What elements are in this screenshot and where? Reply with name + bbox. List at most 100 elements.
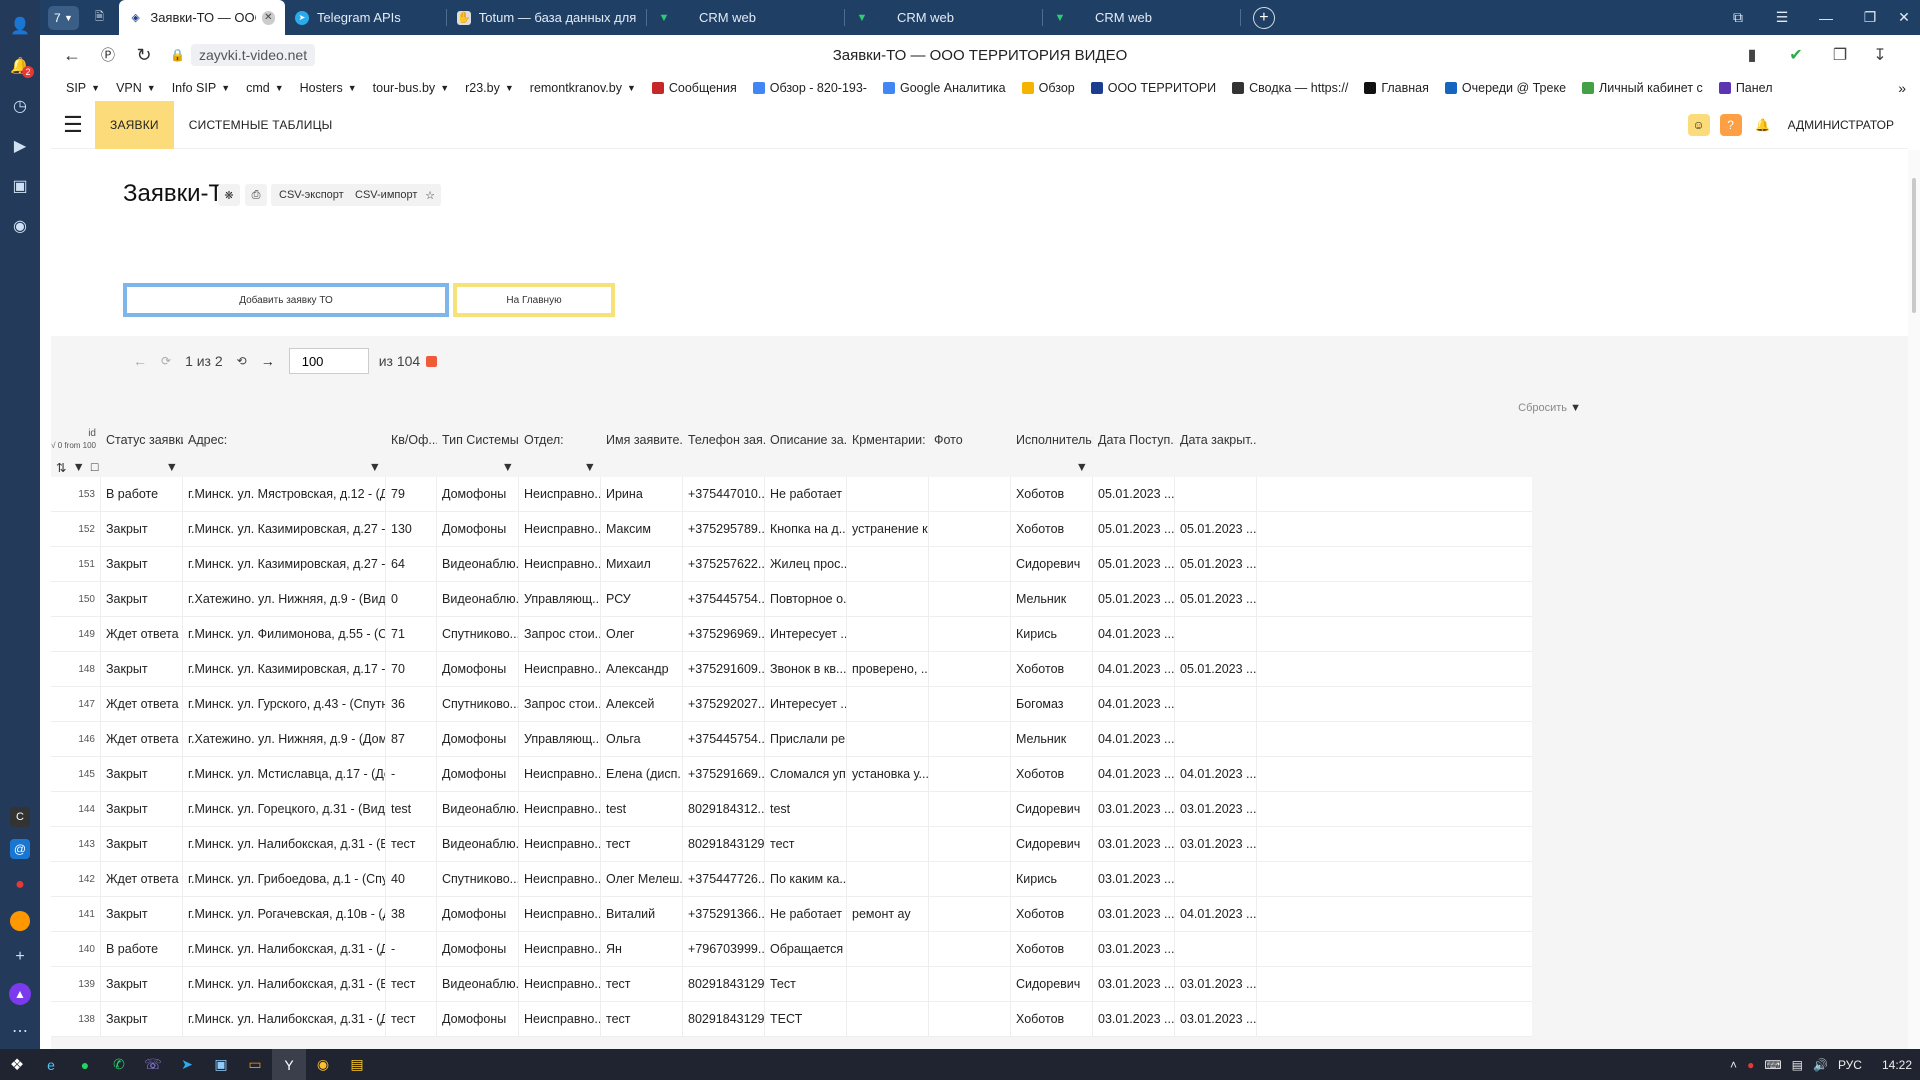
table-row[interactable]: 144 Закрыт г.Минск. ул. Горецкого, д.31 - …: [51, 792, 1532, 827]
table-row[interactable]: 151 Закрыт г.Минск. ул. Казимировская, д.2…: [51, 547, 1532, 582]
tab-counter-button[interactable]: 7 ▼: [48, 5, 79, 30]
first-page-icon[interactable]: ⟳: [161, 354, 171, 368]
column-header[interactable]: Фото: [929, 433, 1011, 447]
column-header[interactable]: Описание за...: [765, 433, 847, 447]
column-header[interactable]: Имя заявите...: [601, 433, 683, 447]
bookmark-item[interactable]: remontkranov.by ▼: [530, 81, 636, 95]
bookmark-item[interactable]: Обзор - 820-193-: [752, 81, 867, 95]
table-row[interactable]: 142 Ждет ответа г.Минск. ул. Грибоедова, д…: [51, 862, 1532, 897]
page-size-input[interactable]: [288, 348, 369, 374]
bookmark-item[interactable]: VPN ▼: [116, 81, 156, 95]
tab-telegram[interactable]: ➤ Telegram APIs: [285, 0, 447, 35]
help-icon[interactable]: ?: [1719, 114, 1742, 136]
bookmark-icon[interactable]: ▮: [1732, 35, 1772, 75]
bookmark-item[interactable]: Панел: [1718, 81, 1772, 95]
edge-icon[interactable]: e: [34, 1049, 68, 1080]
prev-page-icon[interactable]: ←: [133, 353, 147, 369]
bookmark-item[interactable]: Главная: [1364, 81, 1429, 95]
media-play-icon[interactable]: ▶: [6, 132, 34, 160]
tabs-collection-icon[interactable]: ⧉: [1716, 0, 1760, 35]
csv-import-button[interactable]: CSV-импорт: [347, 184, 426, 206]
column-header[interactable]: Телефон зая...: [683, 433, 765, 447]
page-scrollbar[interactable]: [1908, 150, 1920, 1049]
sort-icon[interactable]: ⇅: [56, 460, 66, 475]
windows-start-icon[interactable]: ❖: [0, 1049, 34, 1080]
table-row[interactable]: 143 Закрыт г.Минск. ул. Налибокская, д.31 …: [51, 827, 1532, 862]
viber-icon[interactable]: ☏: [136, 1049, 170, 1080]
bookmark-item[interactable]: Сообщения: [651, 81, 737, 95]
star-icon[interactable]: ☆: [419, 184, 441, 206]
app-orange-icon[interactable]: [10, 911, 30, 931]
bookmark-item[interactable]: Google Аналитика: [882, 81, 1006, 95]
table-row[interactable]: 147 Ждет ответа г.Минск. ул. Гурского, д.4…: [51, 687, 1532, 722]
table-row[interactable]: 146 Ждет ответа г.Хатежино. ул. Нижняя, д.…: [51, 722, 1532, 757]
bell-icon[interactable]: 🔔: [1752, 114, 1774, 136]
scrollbar-thumb[interactable]: [1912, 178, 1916, 313]
screenshot-icon[interactable]: ◉: [6, 212, 34, 240]
maps-pin-icon[interactable]: ●: [6, 871, 34, 899]
protect-shield-icon[interactable]: ✔: [1776, 35, 1816, 75]
keyboard-icon[interactable]: ⌨: [1764, 1058, 1781, 1072]
bookmark-item[interactable]: SIP ▼: [66, 81, 100, 95]
bookmark-item[interactable]: tour-bus.by ▼: [373, 81, 449, 95]
tab-active[interactable]: ◈ Заявки-ТО — ООО ТЕРРИТОРИЯ ВИДЕО ✕: [118, 0, 285, 35]
clock[interactable]: 14:22: [1882, 1058, 1912, 1072]
tray-app-icon[interactable]: ●: [1747, 1058, 1754, 1072]
calendar-icon[interactable]: ▣: [6, 172, 34, 200]
collections-icon[interactable]: ❐: [1820, 35, 1860, 75]
column-header[interactable]: Дата закрыт...: [1175, 433, 1257, 447]
tab-zayavki[interactable]: ЗАЯВКИ: [95, 100, 174, 149]
add-request-button[interactable]: Добавить заявку ТО: [123, 283, 449, 317]
column-filter-icon[interactable]: ▼: [584, 460, 596, 474]
user-label[interactable]: АДМИНИСТРАТОР: [1788, 118, 1894, 132]
app-c-icon[interactable]: C: [10, 807, 30, 827]
column-header-id[interactable]: id √ 0 from 100: [51, 428, 101, 452]
table-row[interactable]: 150 Закрыт г.Хатежино. ул. Нижняя, д.9 - (…: [51, 582, 1532, 617]
bookmark-item[interactable]: ООО ТЕРРИТОРИ: [1090, 81, 1216, 95]
column-header[interactable]: Исполнитель:: [1011, 433, 1093, 447]
close-tab-icon[interactable]: ✕: [261, 10, 275, 25]
bookmark-item[interactable]: Обзор: [1021, 81, 1075, 95]
pinned-doc-tab[interactable]: 🗎: [85, 0, 119, 35]
add-panel-icon[interactable]: +: [6, 943, 34, 971]
hamburger-menu-icon[interactable]: ☰: [51, 101, 95, 149]
volume-icon[interactable]: 🔊: [1813, 1058, 1828, 1072]
bookmark-item[interactable]: cmd ▼: [246, 81, 284, 95]
bookmark-item[interactable]: Очереди @ Треке: [1444, 81, 1566, 95]
table-row[interactable]: 141 Закрыт г.Минск. ул. Рогачевская, д.10в…: [51, 897, 1532, 932]
telegram-taskbar-icon[interactable]: ➤: [170, 1049, 204, 1080]
column-header[interactable]: Дата Поступ...: [1093, 433, 1175, 447]
url-field[interactable]: 🔒 zayvki.t-video.net: [170, 43, 316, 67]
minimize-icon[interactable]: —: [1804, 0, 1848, 35]
filter-icon[interactable]: ▼: [72, 460, 84, 474]
whatsapp-icon[interactable]: ✆: [102, 1049, 136, 1080]
table-row[interactable]: 152 Закрыт г.Минск. ул. Казимировская, д.2…: [51, 512, 1532, 547]
csv-export-button[interactable]: CSV-экспорт: [271, 184, 352, 206]
notifications-icon[interactable]: 🔔 2: [6, 52, 34, 80]
url-text[interactable]: zayvki.t-video.net: [190, 44, 316, 66]
column-filter-icon[interactable]: ▼: [502, 460, 514, 474]
sublime-icon[interactable]: ▭: [238, 1049, 272, 1080]
print-icon[interactable]: ⎙: [245, 184, 267, 206]
next-page-icon[interactable]: →: [261, 353, 275, 369]
table-row[interactable]: 149 Ждет ответа г.Минск. ул. Филимонова, д…: [51, 617, 1532, 652]
new-tab-icon[interactable]: +: [1252, 6, 1275, 29]
profile-icon[interactable]: 👤: [6, 12, 34, 40]
checkbox-icon[interactable]: □: [91, 460, 99, 474]
reset-filters-button[interactable]: Сбросить ▼: [1518, 402, 1581, 414]
chrome-icon[interactable]: ◉: [306, 1049, 340, 1080]
table-row[interactable]: 153 В работе г.Минск. ул. Мястровская, д.1…: [51, 477, 1532, 512]
mail-at-icon[interactable]: @: [10, 839, 30, 859]
menu-icon[interactable]: ☰: [1760, 0, 1804, 35]
language-indicator[interactable]: РУС: [1838, 1058, 1862, 1072]
column-header[interactable]: Адрес:: [183, 433, 386, 447]
column-header[interactable]: Тип Системы: [437, 433, 519, 447]
tab-totum[interactable]: ✋ Totum — база данных для: [447, 0, 647, 35]
column-header[interactable]: Отдел:: [519, 433, 601, 447]
alice-icon[interactable]: ▲: [9, 983, 31, 1005]
close-window-icon[interactable]: ✕: [1882, 0, 1920, 35]
table-row[interactable]: 138 Закрыт г.Минск. ул. Налибокская, д.31 …: [51, 1002, 1532, 1037]
table-row[interactable]: 145 Закрыт г.Минск. ул. Мстиславца, д.17 -…: [51, 757, 1532, 792]
table-row[interactable]: 148 Закрыт г.Минск. ул. Казимировская, д.1…: [51, 652, 1532, 687]
yandex-browser-icon[interactable]: Y: [272, 1049, 306, 1080]
